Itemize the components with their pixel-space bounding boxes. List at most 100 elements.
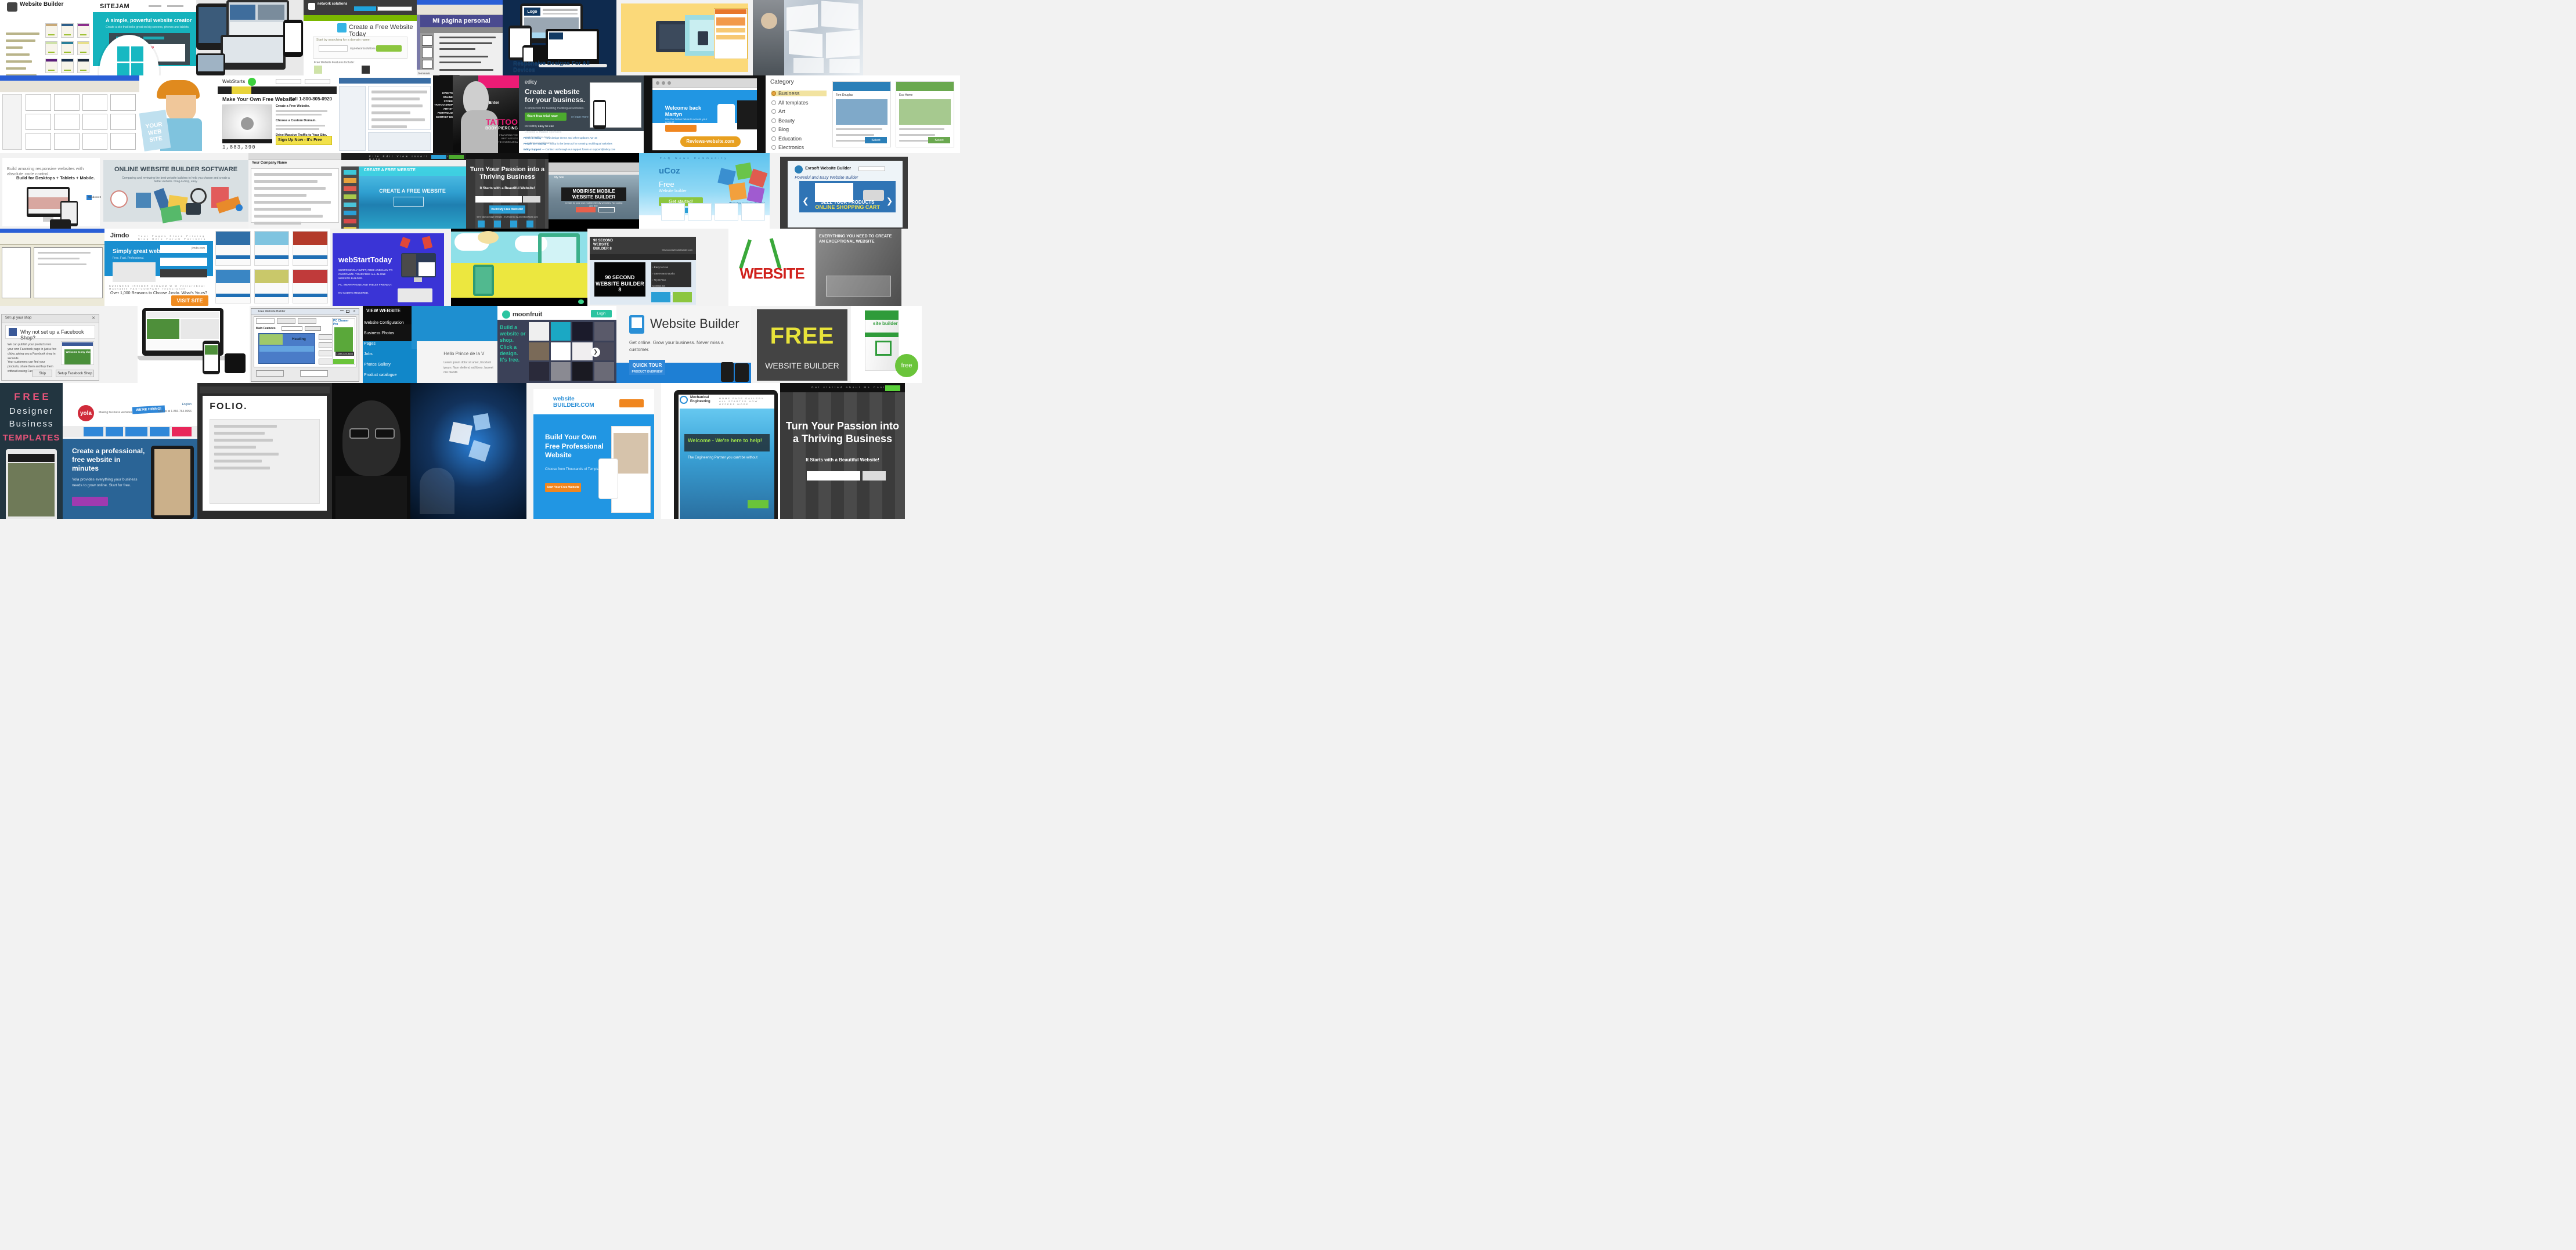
template-card[interactable] (61, 59, 74, 73)
view-website-label[interactable]: VIEW WEBSITE (366, 308, 401, 313)
result-thumbnail[interactable] (138, 306, 250, 383)
result-thumbnail[interactable]: YOUR WEB SITE (139, 75, 218, 153)
element-tile-palette[interactable] (117, 46, 144, 75)
template-card[interactable] (45, 23, 58, 38)
category-item[interactable]: Blog (771, 127, 827, 132)
create-site-button[interactable] (160, 269, 207, 277)
buy-it-now-button[interactable] (651, 292, 671, 302)
carousel-next-icon[interactable]: ❯ (591, 347, 600, 357)
free-kit-button[interactable] (598, 207, 615, 212)
carousel-prev-icon[interactable]: ❮ (802, 196, 809, 206)
template-card[interactable] (77, 59, 89, 73)
category-item[interactable]: Education (771, 136, 827, 142)
try-it-now-button[interactable] (672, 292, 692, 302)
template-card[interactable] (77, 23, 89, 38)
result-thumbnail[interactable]: 90 SECOND WEBSITE BUILDER 8 90secondWebs… (587, 229, 728, 306)
style-select[interactable] (282, 326, 302, 331)
nav-gallery[interactable] (125, 427, 147, 436)
category-item[interactable]: All templates (771, 100, 827, 106)
result-thumbnail[interactable]: Build amazing responsive websites with a… (0, 153, 103, 229)
bp-nav[interactable]: Get started About Me Contact (811, 386, 894, 389)
result-thumbnail[interactable]: ONLINE WEBSITE BUILDER SOFTWARE Comparin… (103, 153, 248, 229)
bp-name-input[interactable] (807, 471, 860, 481)
bp-signin-button[interactable] (885, 385, 900, 391)
jimdo-email-input[interactable] (160, 258, 207, 266)
menu-item-photos[interactable]: Business Photos (364, 331, 394, 335)
maximize-icon[interactable] (346, 310, 349, 313)
result-thumbnail[interactable]: Evrsoft Website Builder Powerful and Eas… (770, 153, 910, 229)
open-using-select[interactable] (300, 370, 328, 377)
result-thumbnail[interactable] (0, 75, 139, 153)
bp-join-button[interactable] (863, 471, 886, 481)
result-thumbnail[interactable]: WEBSITE (728, 229, 816, 306)
result-thumbnail[interactable] (451, 229, 587, 306)
template-card[interactable] (45, 41, 58, 56)
result-thumbnail[interactable]: Website Builder Get online. Grow your bu… (616, 306, 751, 383)
nav-pricing[interactable] (106, 427, 123, 436)
category-item[interactable]: Business (771, 91, 827, 96)
template-card[interactable] (293, 231, 328, 266)
view-site-button[interactable] (431, 155, 446, 159)
category-list[interactable]: Business All templates Art Beauty Blog E… (766, 75, 827, 153)
template-card[interactable] (254, 269, 290, 304)
result-thumbnail[interactable]: EVERYTHING YOU NEED TO CREATE AN EXCEPTI… (816, 229, 901, 306)
result-thumbnail[interactable]: Mi página personal Terminado (417, 0, 503, 75)
result-thumbnail[interactable]: FREE WEBSITE BUILDER (751, 306, 851, 383)
signup-free-button[interactable] (619, 399, 644, 407)
result-thumbnail[interactable]: Mechanical Engineering HOME PAGE GALLERY… (661, 383, 780, 519)
result-thumbnail[interactable]: site builder free (851, 306, 922, 383)
preview-button[interactable] (256, 370, 284, 377)
learn-more-link[interactable]: or learn more (571, 115, 589, 119)
result-thumbnail[interactable]: WebStarts Make Your Own Free Website Cal… (218, 75, 337, 153)
result-thumbnail[interactable]: Website Builder (0, 0, 93, 75)
result-thumbnail[interactable]: edicy Create a website for your business… (519, 75, 644, 153)
result-thumbnail[interactable] (196, 0, 304, 75)
template-card[interactable] (215, 231, 251, 266)
result-thumbnail[interactable]: Category Business All templates Art Beau… (766, 75, 827, 153)
template-card[interactable] (254, 231, 290, 266)
search-input[interactable] (384, 7, 411, 10)
site-nav[interactable] (304, 15, 417, 21)
result-thumbnail[interactable]: Turn Your Passion into a Thriving Busine… (466, 153, 549, 229)
result-thumbnail[interactable] (213, 229, 330, 306)
result-thumbnail[interactable]: Get started About Me Contact Turn Your P… (780, 383, 905, 519)
template-card[interactable] (77, 41, 89, 56)
template-preview[interactable]: Eco Home Select (896, 81, 954, 147)
close-icon[interactable]: ✕ (353, 309, 356, 313)
template-category-sidebar[interactable] (6, 32, 39, 75)
edit-website-button[interactable] (665, 125, 697, 132)
category-item[interactable]: Electronics (771, 144, 827, 150)
result-thumbnail[interactable]: Set up your shop ✕ Why not set up a Face… (0, 306, 138, 383)
result-thumbnail[interactable] (616, 0, 753, 75)
tab-upload[interactable] (298, 318, 316, 324)
menu-item-config[interactable]: Website Configuration (364, 321, 404, 325)
menu-item-pages[interactable]: Pages (364, 342, 376, 346)
result-thumbnail[interactable]: yola Making business websites WE'RE HIRI… (63, 383, 197, 519)
result-thumbnail[interactable] (332, 383, 410, 519)
nav-features[interactable] (84, 427, 103, 436)
template-card[interactable] (293, 269, 328, 304)
tab-website[interactable] (256, 318, 275, 324)
result-thumbnail[interactable]: Your Company Name (248, 153, 341, 229)
result-thumbnail[interactable]: webStartToday SURPRISINGLY SWIFT, FREE A… (330, 229, 451, 306)
template-card[interactable] (61, 23, 74, 38)
result-thumbnail[interactable]: network solutions Create a Free Website … (304, 0, 417, 75)
get-started-button[interactable] (394, 197, 424, 207)
get-started-button[interactable] (575, 207, 596, 212)
template-preview[interactable]: Tom Douglas Select (832, 81, 891, 147)
result-thumbnail[interactable]: F R E E Designer Business TEMPLATES (0, 383, 63, 519)
result-thumbnail[interactable] (410, 383, 526, 519)
result-thumbnail[interactable]: website BUILDER.COM Welcome back Martyn … (644, 75, 766, 153)
ad-download-button[interactable] (333, 359, 354, 364)
domain-input[interactable] (319, 45, 348, 52)
style-manager-button[interactable] (305, 326, 321, 331)
yola-language[interactable]: English (182, 403, 192, 406)
publish-button[interactable] (449, 155, 464, 159)
result-thumbnail[interactable]: VIEW WEBSITE Website Configuration Busin… (363, 306, 497, 383)
result-thumbnail[interactable]: File Edit View Insert Format Apps Help C… (341, 153, 466, 229)
category-item[interactable]: Art (771, 109, 827, 114)
result-thumbnail[interactable]: SITEJAM A simple, powerful website creat… (93, 0, 196, 75)
template-card[interactable] (215, 269, 251, 304)
result-thumbnail[interactable]: My Site MOBIRISE MOBILE WEBSITE BUILDER … (549, 153, 639, 229)
login-button[interactable] (152, 427, 169, 436)
